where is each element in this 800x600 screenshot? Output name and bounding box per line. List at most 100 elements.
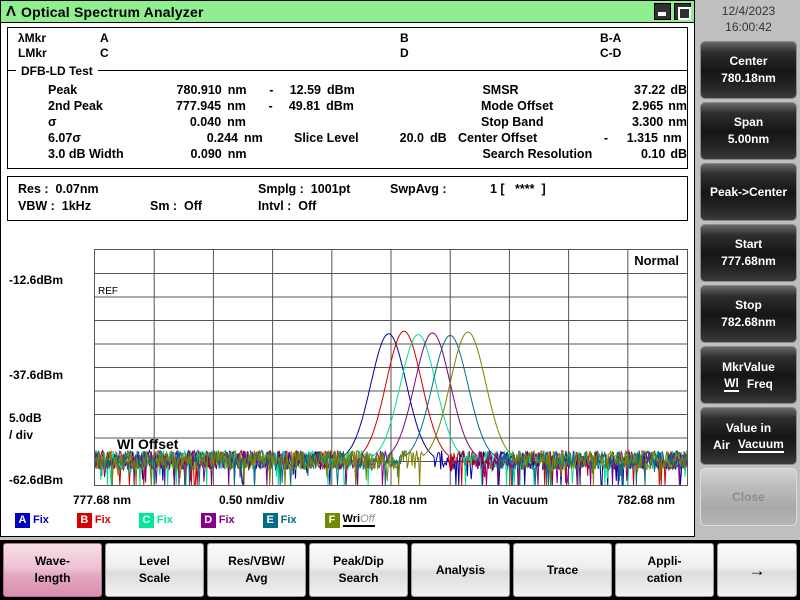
intvl-label: Intvl :: [258, 199, 292, 213]
marker-row-wavelength: λMkr A B B-A: [8, 31, 687, 46]
function-key-label-bottom: cation: [646, 571, 683, 585]
center-offset-value: 1.315: [626, 131, 658, 145]
trace-indicator-e[interactable]: E Fix: [262, 512, 297, 528]
function-key-analysis[interactable]: Analysis: [411, 543, 510, 597]
db-width-label: 3.0 dB Width: [48, 147, 124, 161]
spectrum-graph: -12.6dBm -37.6dBm 5.0dB / div -62.6dBm R…: [1, 241, 696, 538]
peak-power-unit: dBm: [327, 83, 355, 97]
y-scale-unit: / div: [9, 428, 34, 442]
value-in-option-air[interactable]: Air: [713, 438, 730, 452]
spacer-2b: [273, 114, 320, 130]
x-label-medium: in Vacuum: [488, 493, 549, 507]
start-button-title: Start: [734, 237, 763, 251]
second-peak-power-unit: dBm: [326, 99, 354, 113]
grid-lines: [95, 250, 687, 485]
swpavg-label: SwpAvg :: [390, 182, 447, 196]
search-resolution-value: 0.10: [640, 147, 666, 161]
function-key-next[interactable]: →: [717, 543, 797, 597]
marker-value-options: Wl Freq: [724, 376, 773, 392]
peak-label: Peak: [48, 83, 78, 97]
marker-value-option-wavelength[interactable]: Wl: [724, 376, 739, 392]
function-key-label-top: Level: [139, 554, 170, 568]
slice-level-label: Slice Level: [294, 131, 359, 145]
trace-indicator-b[interactable]: B Fix: [76, 512, 111, 528]
x-label-start: 777.68 nm: [73, 493, 132, 507]
smplg-label: Smplg :: [258, 182, 304, 196]
stop-button[interactable]: Stop 782.68nm: [700, 285, 797, 343]
maximize-icon[interactable]: [674, 3, 691, 20]
function-key-label-bottom: Scale: [138, 571, 171, 585]
marker-d: D: [400, 46, 409, 60]
trace-state-write[interactable]: Wri: [342, 513, 361, 527]
trace-state-a: Fix: [33, 514, 49, 526]
marker-b: B: [400, 31, 409, 45]
spacer-4b: [273, 146, 321, 162]
function-key-application[interactable]: Appli-cation: [615, 543, 714, 597]
second-peak-power-sign: -: [268, 99, 273, 113]
start-button[interactable]: Start 777.68nm: [700, 224, 797, 282]
trace-indicator-d[interactable]: D Fix: [200, 512, 235, 528]
function-key-peakdipsearch[interactable]: Peak/Dip Search: [309, 543, 408, 597]
app-logo-icon: Λ: [5, 2, 16, 20]
level-marker-label: LMkr: [18, 46, 47, 60]
function-key-trace[interactable]: Trace: [513, 543, 612, 597]
function-key-label-top: Analysis: [435, 562, 486, 577]
trace-status-bar: A Fix B Fix C Fix D Fix E Fix F Wri Off: [1, 509, 696, 531]
peak-value: 780.910: [176, 83, 222, 97]
spacer-2a: [260, 114, 273, 130]
plot-area[interactable]: REF Normal Wl Offset: [94, 249, 688, 486]
sigma-unit: nm: [227, 115, 246, 129]
six-sigma-value: 0.244: [206, 131, 238, 145]
function-key-levelscale[interactable]: Level Scale: [105, 543, 204, 597]
function-key-wavelength[interactable]: Wave-length: [3, 543, 102, 597]
time-label: 16:00:42: [725, 20, 772, 34]
sigma-label: σ: [48, 115, 57, 129]
center-button[interactable]: Center 780.18nm: [700, 41, 797, 99]
marker-value-button[interactable]: MkrValue Wl Freq: [700, 346, 797, 404]
function-key-resvbwavg[interactable]: Res/VBW/Avg: [207, 543, 306, 597]
function-key-label-top: Wave-: [35, 554, 70, 568]
search-resolution-unit: dB: [670, 147, 687, 161]
marker-value-option-frequency[interactable]: Freq: [747, 377, 773, 391]
close-button[interactable]: Close: [700, 468, 797, 526]
second-peak-value: 777.945: [175, 99, 222, 113]
trace-indicator-c[interactable]: C Fix: [138, 512, 173, 528]
db-width-value: 0.090: [190, 147, 222, 161]
marker-c: C: [100, 46, 109, 60]
trace-state-e: Fix: [280, 514, 297, 526]
slice-level-unit: dB: [430, 131, 447, 145]
mode-offset-unit: nm: [668, 99, 687, 113]
mode-offset-label: Mode Offset: [481, 99, 554, 113]
table-row: 3.0 dB Width 0.090 nm Search Resolution …: [8, 146, 687, 162]
peak-to-center-button[interactable]: Peak->Center: [700, 163, 797, 221]
span-button-title: Span: [733, 115, 764, 129]
value-in-option-vacuum[interactable]: Vacuum: [737, 437, 784, 453]
legend-dash-left: [8, 70, 16, 71]
spacer-2c: [320, 114, 372, 130]
smsr-unit: dB: [670, 83, 687, 97]
trace-indicator-f[interactable]: F Wri Off: [324, 512, 375, 528]
trace-letter-c: C: [138, 512, 154, 528]
table-row: 2nd Peak 777.945 nm - 49.81 dBm Mode Off…: [8, 98, 687, 114]
span-button[interactable]: Span 5.00nm: [700, 102, 797, 160]
sweep-mode-label: Normal: [634, 253, 679, 268]
center-offset-label: Center Offset: [458, 131, 538, 145]
trace-indicator-a[interactable]: A Fix: [15, 512, 49, 528]
measurement-table: Peak 780.910 nm - 12.59 dBm SMSR 37.22 d…: [7, 78, 688, 169]
function-key-label-top: Trace: [546, 562, 579, 577]
function-key-label-bottom: Avg: [245, 571, 268, 585]
swpavg-bracket-close: ]: [541, 182, 546, 196]
function-key-bar: Wave-length Level Scale Res/VBW/Avg Peak/Dip…: [0, 540, 800, 600]
legend-rule: [97, 70, 687, 71]
table-row: 6.07σ 0.244 nm Slice Level 20.0 dB Cente…: [8, 130, 687, 146]
sm-label: Sm :: [150, 199, 178, 213]
trace-state-c: Fix: [156, 514, 173, 526]
value-in-button[interactable]: Value in Air Vacuum: [700, 407, 797, 465]
analysis-mode-legend: DFB-LD Test: [8, 63, 687, 78]
trace-state-off[interactable]: Off: [360, 513, 375, 527]
mode-offset-value: 2.965: [631, 99, 664, 113]
minimize-icon[interactable]: [654, 3, 671, 20]
smsr-value: 37.22: [634, 83, 666, 97]
y-label-middle: -37.6dBm: [9, 368, 64, 382]
x-label-stop: 782.68 nm: [617, 493, 676, 507]
